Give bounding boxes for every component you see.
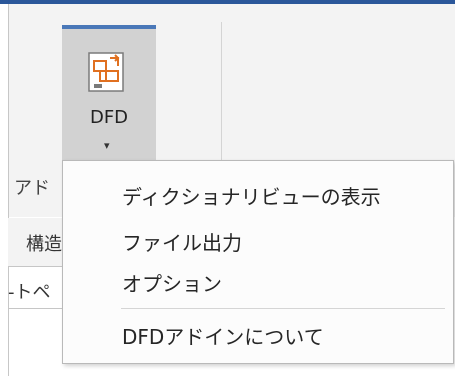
ribbon-group-label: アド [14, 178, 50, 199]
left-edge-panel [0, 4, 9, 376]
ribbon-group-separator [221, 22, 222, 172]
menu-item-file-output[interactable]: ファイル出力 [122, 227, 242, 256]
page-row-label: -トペ [8, 282, 51, 303]
menu-item-options[interactable]: オプション [122, 268, 222, 297]
dfd-dropdown-menu: ディクショナリビューの表示 ファイル出力 オプション DFDアドインについて [62, 160, 454, 364]
dfd-icon [88, 52, 124, 92]
dfd-button-label: DFD [89, 107, 129, 128]
menu-separator [121, 308, 445, 309]
structure-row-label: 構造 [26, 234, 62, 255]
dfd-button[interactable]: DFD ▾ [62, 25, 156, 164]
chevron-down-icon: ▾ [104, 139, 110, 152]
menu-item-dictionary-view[interactable]: ディクショナリビューの表示 [122, 181, 381, 210]
menu-item-about-dfd-addin[interactable]: DFDアドインについて [122, 321, 324, 350]
dfd-button-accent [62, 25, 156, 29]
